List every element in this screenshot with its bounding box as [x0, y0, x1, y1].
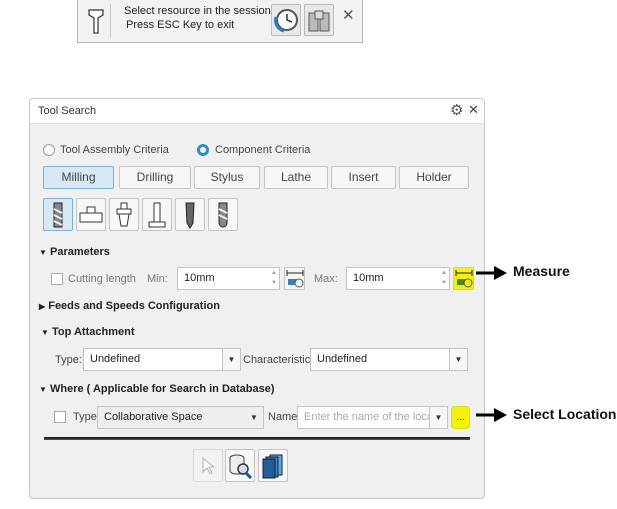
browse-location-button[interactable]: ...: [451, 406, 470, 429]
face-mill-icon: [79, 206, 103, 222]
radio-component[interactable]: Component Criteria: [197, 144, 310, 156]
section-label: Where ( Applicable for Search in Databas…: [49, 383, 275, 395]
arrow-right-icon: [476, 408, 507, 422]
chevron-down-icon[interactable]: ▼: [245, 407, 263, 428]
t-tool-button[interactable]: [142, 198, 172, 231]
max-label: Max:: [314, 273, 338, 285]
where-type-dropdown[interactable]: Collaborative Space ▼: [97, 406, 264, 429]
catalog-button[interactable]: [258, 449, 288, 482]
min-spinner[interactable]: ▲ ▼: [269, 268, 279, 289]
expand-icon: ▼: [39, 248, 47, 257]
resource-select-toolbar: Select resource in the session Press ESC…: [77, 0, 363, 43]
type-label: Type:: [55, 354, 82, 366]
tab-insert[interactable]: Insert: [331, 166, 396, 189]
radio-button[interactable]: [197, 144, 209, 156]
section-label: Top Attachment: [51, 326, 135, 338]
type-dropdown[interactable]: Undefined ▼: [83, 348, 241, 371]
where-type-value: Collaborative Space: [104, 411, 203, 423]
min-input[interactable]: 10mm ▲ ▼: [177, 267, 280, 290]
tab-lathe[interactable]: Lathe: [264, 166, 328, 189]
divider: [110, 4, 111, 38]
feeds-speeds-header[interactable]: ▶ Feeds and Speeds Configuration: [39, 300, 220, 312]
placeholder: Enter the name of the loca: [304, 411, 434, 423]
characteristic-value: Undefined: [317, 353, 368, 365]
dialog-title: Tool Search: [38, 105, 97, 117]
measure-icon: [286, 269, 303, 287]
dialog-header: Tool Search ⚙ ✕: [30, 99, 484, 124]
expand-icon: ▼: [39, 385, 47, 394]
max-input[interactable]: 10mm ▲ ▼: [346, 267, 450, 290]
select-pointer-icon: [202, 456, 216, 475]
t-tool-icon: [148, 202, 166, 227]
radio-label: Component Criteria: [215, 144, 311, 156]
characteristic-dropdown[interactable]: Undefined ▼: [310, 348, 468, 371]
catalog-books-icon: [262, 454, 283, 478]
radio-tool-assembly[interactable]: Tool Assembly Criteria: [43, 144, 169, 156]
expand-icon: ▼: [41, 328, 49, 337]
max-spinner[interactable]: ▲ ▼: [439, 268, 449, 289]
location-name-input[interactable]: Enter the name of the loca ▼: [297, 406, 448, 429]
radio-button[interactable]: [43, 144, 55, 156]
tool-search-dialog: Tool Search ⚙ ✕ Tool Assembly Criteria C…: [29, 98, 485, 499]
tab-holder[interactable]: Holder: [399, 166, 469, 189]
select-pointer-button[interactable]: [193, 449, 223, 482]
parameters-header[interactable]: ▼ Parameters: [39, 246, 110, 258]
top-attachment-header[interactable]: ▼ Top Attachment: [41, 326, 134, 338]
chevron-down-icon[interactable]: ▼: [429, 407, 447, 428]
min-label: Min:: [147, 273, 168, 285]
end-mill-icon: [53, 202, 63, 227]
gear-icon[interactable]: ⚙: [450, 101, 463, 119]
binoculars-button[interactable]: [304, 4, 334, 36]
end-mill-button[interactable]: [43, 198, 73, 231]
measure-min-button[interactable]: [284, 267, 305, 290]
collapse-icon: ▶: [39, 302, 46, 311]
where-type-label: Type: [73, 411, 97, 423]
tab-stylus[interactable]: Stylus: [194, 166, 260, 189]
cutting-length-label: Cutting length: [68, 273, 136, 285]
history-clock-icon: [274, 9, 298, 33]
cutting-length-checkbox[interactable]: [51, 273, 63, 285]
instruction-line2: Press ESC Key to exit: [126, 19, 235, 31]
database-search-icon: [229, 454, 252, 479]
measure-icon: [455, 269, 472, 287]
where-type-checkbox[interactable]: [54, 411, 66, 423]
ball-mill-button[interactable]: [208, 198, 238, 231]
chevron-down-icon[interactable]: ▼: [449, 349, 467, 370]
section-label: Feeds and Speeds Configuration: [48, 300, 220, 312]
select-location-annotation: Select Location: [513, 406, 617, 422]
separator: [44, 437, 470, 440]
arrow-right-icon: [476, 266, 507, 280]
where-header[interactable]: ▼ Where ( Applicable for Search in Datab…: [39, 383, 275, 395]
tool-holder-icon: [88, 9, 104, 34]
binoculars-icon: [308, 10, 330, 32]
drill-mill-button[interactable]: [175, 198, 205, 231]
measure-annotation: Measure: [513, 263, 570, 279]
type-value: Undefined: [90, 353, 141, 365]
t-slot-cutter-icon: [116, 202, 132, 226]
ball-mill-icon: [218, 202, 228, 227]
face-mill-button[interactable]: [76, 198, 106, 231]
min-value: 10mm: [184, 272, 215, 284]
close-icon[interactable]: ✕: [468, 102, 479, 118]
database-search-button[interactable]: [225, 449, 255, 482]
name-label: Name: [268, 411, 298, 423]
tab-milling[interactable]: Milling: [43, 166, 114, 189]
section-label: Parameters: [49, 246, 110, 258]
close-icon[interactable]: ✕: [342, 6, 355, 24]
history-clock-button[interactable]: [271, 4, 301, 36]
radio-label: Tool Assembly Criteria: [60, 144, 169, 156]
max-value: 10mm: [353, 272, 384, 284]
measure-max-button[interactable]: [453, 267, 474, 290]
t-slot-cutter-button[interactable]: [109, 198, 139, 231]
instruction-line1: Select resource in the session: [124, 5, 271, 17]
tab-drilling[interactable]: Drilling: [119, 166, 191, 189]
drill-mill-icon: [185, 202, 195, 229]
characteristic-label: Characteristic:: [243, 354, 314, 366]
chevron-down-icon[interactable]: ▼: [222, 349, 240, 370]
